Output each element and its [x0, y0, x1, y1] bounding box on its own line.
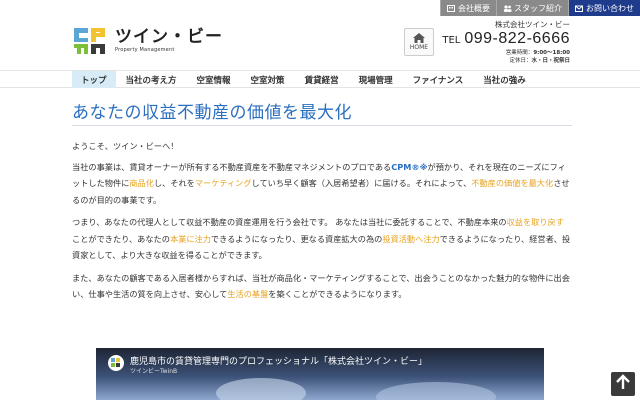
highlight-productization: 商品化	[129, 178, 154, 188]
business-hours: 営業時間：9:00～18:00 定休日：水・日・祝祭日	[506, 49, 570, 65]
highlight-living-foundation: 生活の基盤	[227, 289, 269, 299]
video-embed[interactable]: 鹿児島市の賃貸管理専門のプロフェッショナル「株式会社ツイン・ビー」 ツインビーT…	[96, 348, 544, 400]
logo-tagline: Property Management	[115, 46, 175, 53]
nav-item-rental-management[interactable]: 賃貸経営	[295, 71, 349, 88]
text: つまり、あなたの代理人として収益不動産の資産運用を行う会社です。 あなたは当社に…	[72, 217, 507, 227]
contact-link[interactable]: お問い合わせ	[568, 0, 640, 16]
nav-item-strengths[interactable]: 当社の強み	[473, 71, 536, 88]
utility-bar: 会社概要 スタッフ紹介 お問い合わせ	[440, 0, 640, 16]
mail-icon	[575, 5, 583, 12]
main-content: あなたの収益不動産の価値を最大化 ようこそ、ツイン・ビーへ！ 当社の事業は、賃貸…	[72, 98, 572, 303]
holiday-value: 水・日・祝祭日	[531, 58, 570, 64]
site-header: ツイン・ビー Property Management HOME 株式会社ツイン・…	[0, 16, 640, 70]
staff-label: スタッフ紹介	[514, 3, 562, 13]
highlight-marketing: マーケティング	[194, 178, 252, 188]
home-button[interactable]: HOME	[404, 28, 434, 56]
cpm-link[interactable]: CPM®※	[391, 162, 427, 172]
highlight-recover-income: 収益を取り戻す	[506, 217, 564, 227]
back-to-top-button[interactable]	[610, 371, 636, 397]
highlight-focus-business: 本業に注力	[169, 233, 211, 244]
nav-item-site-management[interactable]: 現場管理	[349, 71, 403, 88]
logo-mark-icon	[72, 24, 110, 56]
tel-label: TEL	[442, 35, 461, 46]
greeting-paragraph: ようこそ、ツイン・ビーへ！	[72, 141, 179, 151]
home-icon	[413, 33, 425, 43]
text: ことができたり、あなたの	[72, 233, 170, 244]
tel-number: 099-822-6666	[464, 30, 570, 47]
text: 当社の事業は、賃貸オーナーが所有する不動産資産を不動産マネジメントのプロである	[72, 161, 392, 172]
logo-name: ツイン・ビー	[115, 26, 223, 47]
company-overview-link[interactable]: 会社概要	[440, 0, 496, 16]
text: を築くことができるようになります。	[268, 289, 407, 299]
arrow-up-icon	[616, 374, 630, 394]
text: していち早く顧客（入居希望者）に届ける。それによって、	[251, 178, 472, 188]
agent-paragraph: つまり、あなたの代理人として収益不動産の資産運用を行う会社です。 あなたは当社に…	[72, 214, 572, 264]
company-overview-label: 会社概要	[458, 3, 490, 13]
holiday-label: 定休日：	[509, 58, 532, 64]
building-icon	[447, 4, 455, 12]
channel-avatar[interactable]	[108, 355, 124, 371]
home-label: HOME	[409, 44, 429, 51]
text: し、それを	[153, 178, 195, 188]
nav-item-philosophy[interactable]: 当社の考え方	[116, 71, 187, 88]
highlight-investment: 投資活動へ注力	[382, 233, 440, 244]
site-logo[interactable]: ツイン・ビー Property Management	[72, 24, 223, 56]
company-name: 株式会社ツイン・ビー	[495, 20, 570, 29]
hours-label: 営業時間：	[505, 50, 534, 56]
nav-item-top[interactable]: トップ	[72, 71, 116, 88]
video-channel: ツインビーTwinB	[130, 368, 178, 375]
business-paragraph: 当社の事業は、賃貸オーナーが所有する不動産資産を不動産マネジメントのプロであるC…	[72, 159, 572, 209]
staff-icon	[503, 4, 512, 12]
main-nav: トップ 当社の考え方 空室情報 空室対策 賃貸経営 現場管理 ファイナンス 当社…	[0, 70, 640, 88]
staff-link[interactable]: スタッフ紹介	[496, 0, 568, 16]
nav-item-finance[interactable]: ファイナンス	[403, 71, 474, 88]
contact-label: お問い合わせ	[586, 3, 634, 13]
page-title: あなたの収益不動産の価値を最大化	[72, 98, 572, 126]
text: できるようになったり、更なる資産拡大の為の	[210, 233, 383, 244]
hours-value: 9:00～18:00	[533, 50, 570, 56]
nav-item-vacancy-measures[interactable]: 空室対策	[241, 71, 295, 88]
highlight-maximize-value: 不動産の価値を最大化	[471, 178, 554, 188]
nav-item-vacancy-info[interactable]: 空室情報	[187, 71, 241, 88]
tenant-paragraph: また、あなたの顧客である入居者様からすれば、当社が商品化・マーケティングすること…	[72, 270, 572, 303]
phone-number[interactable]: TEL 099-822-6666	[442, 30, 570, 48]
